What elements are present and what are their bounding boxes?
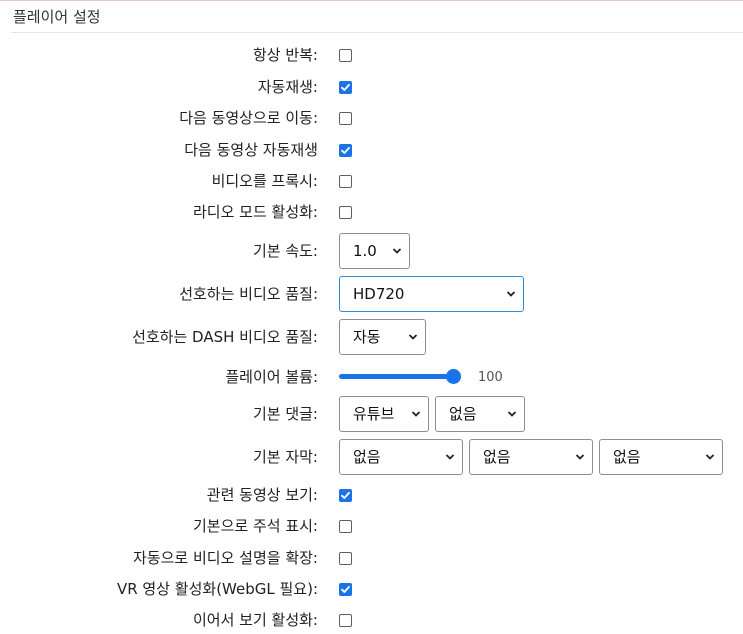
annotations-label: 기본으로 주석 표시:: [193, 517, 318, 535]
speed-select-value: 1.0: [353, 242, 377, 260]
chevron-down-icon: [408, 334, 418, 340]
chevron-down-icon: [507, 411, 517, 417]
chevron-down-icon: [575, 454, 585, 460]
autoplay-checkbox[interactable]: [339, 81, 352, 94]
chevron-down-icon: [445, 454, 455, 460]
section-title: 플레이어 설정: [13, 8, 101, 26]
vr-mode-label: VR 영상 활성화(WebGL 필요):: [116, 580, 318, 598]
comments-primary-select[interactable]: 유튜브: [339, 396, 429, 432]
captions-third-value: 없음: [613, 448, 641, 466]
save-position-label: 이어서 보기 활성화:: [193, 611, 318, 629]
audio-mode-label: 라디오 모드 활성화:: [193, 203, 318, 221]
checkmark-icon: [341, 146, 350, 154]
audio-mode-checkbox[interactable]: [339, 206, 352, 219]
checkmark-icon: [341, 585, 350, 593]
extend-desc-checkbox[interactable]: [339, 552, 352, 565]
proxy-videos-label: 비디오를 프록시:: [211, 172, 318, 190]
chevron-down-icon: [411, 411, 421, 417]
autoplay-next-checkbox[interactable]: [339, 144, 352, 157]
speed-select[interactable]: 1.0: [339, 233, 410, 269]
extend-desc-label: 자동으로 비디오 설명을 확장:: [133, 549, 318, 567]
volume-slider-thumb[interactable]: [446, 369, 461, 384]
volume-slider-track[interactable]: [339, 374, 461, 379]
dash-quality-select[interactable]: 자동: [339, 319, 426, 355]
checkmark-icon: [341, 491, 350, 499]
related-videos-label: 관련 동영상 보기:: [206, 486, 318, 504]
vr-mode-checkbox[interactable]: [339, 583, 352, 596]
captions-first-select[interactable]: 없음: [339, 439, 463, 475]
captions-second-select[interactable]: 없음: [469, 439, 593, 475]
volume-label: 플레이어 볼륨:: [225, 368, 318, 386]
comments-secondary-select[interactable]: 없음: [435, 396, 525, 432]
save-position-checkbox[interactable]: [339, 614, 352, 627]
captions-label: 기본 자막:: [252, 448, 318, 466]
annotations-checkbox[interactable]: [339, 520, 352, 533]
comments-primary-value: 유튜브: [353, 405, 395, 423]
speed-label: 기본 속도:: [252, 242, 318, 260]
quality-select[interactable]: HD720: [339, 276, 524, 312]
continue-next-label: 다음 동영상으로 이동:: [179, 109, 318, 127]
dash-quality-label: 선호하는 DASH 비디오 품질:: [132, 328, 318, 346]
captions-second-value: 없음: [483, 448, 511, 466]
checkmark-icon: [341, 83, 350, 91]
chevron-down-icon: [506, 291, 516, 297]
proxy-videos-checkbox[interactable]: [339, 175, 352, 188]
chevron-down-icon: [392, 248, 402, 254]
chevron-down-icon: [705, 454, 715, 460]
captions-third-select[interactable]: 없음: [599, 439, 723, 475]
dash-quality-select-value: 자동: [353, 328, 381, 346]
comments-label: 기본 댓글:: [252, 405, 318, 423]
volume-value: 100: [478, 370, 503, 385]
always-loop-checkbox[interactable]: [339, 49, 352, 62]
comments-secondary-value: 없음: [449, 405, 477, 423]
related-videos-checkbox[interactable]: [339, 489, 352, 502]
captions-first-value: 없음: [353, 448, 381, 466]
quality-select-value: HD720: [353, 285, 405, 303]
autoplay-label: 자동재생:: [257, 78, 318, 96]
top-border: [0, 0, 743, 1]
section-divider: [11, 32, 743, 33]
autoplay-next-label: 다음 동영상 자동재생: [184, 141, 318, 159]
always-loop-label: 항상 반복:: [252, 46, 318, 64]
quality-label: 선호하는 비디오 품질:: [179, 285, 318, 303]
continue-next-checkbox[interactable]: [339, 112, 352, 125]
